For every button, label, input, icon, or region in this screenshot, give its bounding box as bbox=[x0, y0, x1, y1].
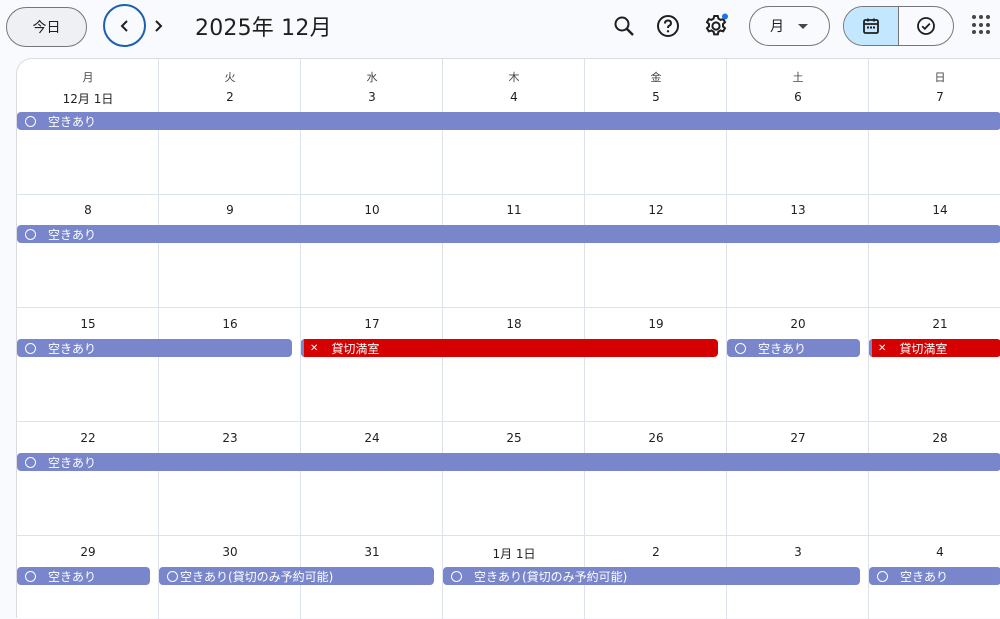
day-number[interactable]: 28 bbox=[869, 431, 1000, 445]
day-number[interactable]: 13 bbox=[727, 203, 869, 217]
day-number[interactable]: 26 bbox=[585, 431, 727, 445]
day-number[interactable]: 10 bbox=[301, 203, 443, 217]
tasks-view-toggle[interactable] bbox=[899, 7, 954, 45]
search-icon bbox=[614, 16, 634, 36]
day-number[interactable]: 31 bbox=[301, 545, 443, 559]
circle-icon bbox=[25, 115, 36, 127]
weekday-header: 月 bbox=[82, 71, 94, 84]
event-available[interactable]: 空きあり bbox=[727, 339, 860, 357]
calendar-tasks-toggle bbox=[843, 6, 954, 46]
day-number[interactable]: 23 bbox=[159, 431, 301, 445]
event-full[interactable]: ✕ 貸切満室 bbox=[869, 339, 1000, 357]
day-number[interactable]: 16 bbox=[159, 317, 301, 331]
day-number[interactable]: 9 bbox=[159, 203, 301, 217]
chevron-left-icon bbox=[120, 19, 128, 32]
event-available[interactable]: 空きあり bbox=[17, 567, 150, 585]
event-available[interactable]: 空きあり bbox=[17, 112, 1000, 130]
circle-icon bbox=[451, 570, 462, 582]
day-number[interactable]: 19 bbox=[585, 317, 727, 331]
event-label: 貸切満室 bbox=[899, 341, 948, 356]
day-number[interactable]: 30 bbox=[159, 545, 301, 559]
day-number[interactable]: 17 bbox=[301, 317, 443, 331]
circle-icon bbox=[25, 342, 36, 354]
day-number[interactable]: 15 bbox=[17, 317, 159, 331]
check-circle-icon bbox=[916, 17, 935, 35]
event-label: 貸切満室 bbox=[331, 341, 380, 356]
day-number[interactable]: 12月 1日 bbox=[17, 90, 159, 107]
day-number[interactable]: 4 bbox=[869, 545, 1000, 559]
event-available[interactable]: 空きあり bbox=[17, 453, 1000, 471]
event-label: 空きあり bbox=[900, 569, 949, 584]
circle-icon bbox=[25, 228, 36, 240]
next-month-button[interactable] bbox=[146, 9, 170, 43]
day-number[interactable]: 24 bbox=[301, 431, 443, 445]
chevron-right-icon bbox=[155, 20, 163, 32]
view-selector[interactable]: 月 bbox=[749, 6, 830, 46]
circle-icon bbox=[735, 342, 746, 354]
day-number[interactable]: 2 bbox=[159, 90, 301, 104]
day-number[interactable]: 6 bbox=[727, 90, 869, 104]
day-number[interactable]: 8 bbox=[17, 203, 159, 217]
toolbar: 今日 2025年 12月 月 bbox=[0, 0, 1000, 56]
event-full[interactable]: ✕ 貸切満室 bbox=[301, 339, 718, 357]
day-number[interactable]: 21 bbox=[869, 317, 1000, 331]
event-label: 空きあり(貸切のみ予約可能) bbox=[474, 569, 628, 584]
event-label: 空きあり bbox=[48, 227, 97, 242]
event-available[interactable]: 空きあり bbox=[17, 225, 1000, 243]
day-number[interactable]: 11 bbox=[443, 203, 585, 217]
day-number[interactable]: 18 bbox=[443, 317, 585, 331]
day-number[interactable]: 3 bbox=[727, 545, 869, 559]
event-label: 空きあり bbox=[48, 569, 97, 584]
day-number[interactable]: 25 bbox=[443, 431, 585, 445]
event-available[interactable]: 空きあり bbox=[17, 339, 292, 357]
day-number[interactable]: 1月 1日 bbox=[443, 545, 585, 562]
view-selector-label: 月 bbox=[770, 19, 784, 35]
calendar-view-toggle[interactable] bbox=[844, 7, 899, 45]
weekday-header: 土 bbox=[792, 71, 804, 84]
day-number[interactable]: 3 bbox=[301, 90, 443, 104]
calendar-icon bbox=[862, 18, 879, 34]
help-button[interactable] bbox=[653, 11, 683, 41]
event-available-charter-only[interactable]: 空きあり(貸切のみ予約可能) bbox=[443, 567, 860, 585]
event-label: 空きあり bbox=[48, 341, 97, 356]
close-icon: ✕ bbox=[310, 342, 319, 354]
day-number[interactable]: 5 bbox=[585, 90, 727, 104]
day-number[interactable]: 2 bbox=[585, 545, 727, 559]
circle-icon bbox=[25, 570, 36, 582]
previous-month-button[interactable] bbox=[103, 4, 146, 47]
day-number[interactable]: 14 bbox=[869, 203, 1000, 217]
event-label: 空きあり bbox=[758, 341, 807, 356]
caret-down-icon bbox=[798, 23, 808, 29]
event-label: 空きあり bbox=[48, 455, 97, 470]
circle-icon bbox=[25, 456, 36, 468]
event-label: 空きあり bbox=[48, 114, 97, 129]
event-available-charter-only[interactable]: 空きあり(貸切のみ予約可能) bbox=[159, 567, 434, 585]
close-icon: ✕ bbox=[878, 342, 887, 354]
circle-icon bbox=[877, 570, 888, 582]
month-title: 2025年 12月 bbox=[195, 16, 332, 41]
notification-badge bbox=[722, 13, 728, 20]
weekday-header: 水 bbox=[366, 71, 378, 84]
weekday-header: 火 bbox=[224, 71, 236, 84]
gear-icon bbox=[705, 13, 728, 36]
search-button[interactable] bbox=[609, 11, 639, 41]
weekday-header: 木 bbox=[508, 71, 520, 84]
weekday-header: 金 bbox=[650, 71, 662, 84]
day-number[interactable]: 12 bbox=[585, 203, 727, 217]
month-grid: 月 火 水 木 金 土 日 12月 1日 2 3 4 5 6 7 空きあり 8 … bbox=[16, 58, 1000, 619]
today-button[interactable]: 今日 bbox=[6, 7, 87, 47]
day-number[interactable]: 27 bbox=[727, 431, 869, 445]
apps-grid-icon[interactable] bbox=[970, 13, 994, 37]
day-number[interactable]: 4 bbox=[443, 90, 585, 104]
event-available[interactable]: 空きあり bbox=[869, 567, 1000, 585]
help-icon bbox=[657, 15, 679, 37]
circle-icon bbox=[167, 570, 178, 582]
day-number[interactable]: 20 bbox=[727, 317, 869, 331]
day-number[interactable]: 22 bbox=[17, 431, 159, 445]
weekday-header: 日 bbox=[934, 71, 946, 84]
settings-button[interactable] bbox=[701, 11, 731, 41]
event-label: 空きあり(貸切のみ予約可能) bbox=[180, 569, 334, 584]
day-number[interactable]: 29 bbox=[17, 545, 159, 559]
day-number[interactable]: 7 bbox=[869, 90, 1000, 104]
